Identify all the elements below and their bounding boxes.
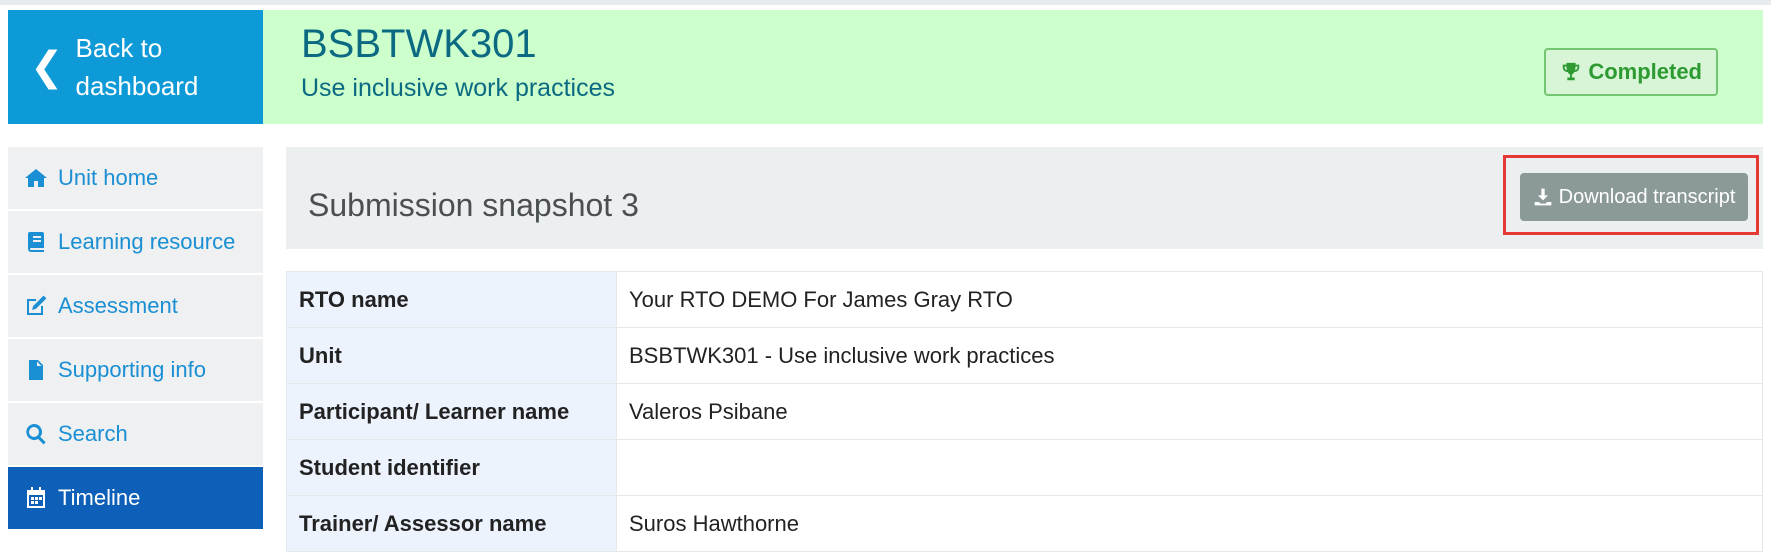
sidebar-item-label: Supporting info [58,357,206,382]
file-icon [29,360,43,380]
sidebar-item-timeline[interactable]: Timeline [8,467,263,531]
download-icon [1534,188,1551,206]
detail-value: BSBTWK301 - Use inclusive work practices [616,327,1763,384]
sidebar-item-label: Unit home [58,165,159,190]
download-transcript-label: Download transcript [1558,185,1736,208]
table-row: Unit BSBTWK301 - Use inclusive work prac… [286,327,1763,384]
sidebar-item-learning-resource[interactable]: Learning resource [8,211,263,275]
sidebar-item-search[interactable]: Search [8,403,263,467]
sidebar-item-unit-home[interactable]: Unit home [8,147,263,211]
completed-label: Completed [1588,59,1702,84]
back-to-dashboard-button[interactable]: ❮ Back to dashboard [8,10,263,124]
snapshot-header: Submission snapshot 3 Download transcrip… [286,147,1763,249]
snapshot-title: Submission snapshot 3 [308,187,639,223]
detail-value: Your RTO DEMO For James Gray RTO [616,271,1763,328]
sidebar-item-label: Search [58,421,128,446]
table-row: Participant/ Learner name Valeros Psiban… [286,383,1763,440]
sidebar-nav: Unit home Learning resource Assessment S… [8,147,263,531]
unit-header: BSBTWK301 Use inclusive work practices C… [263,10,1763,124]
unit-title: Use inclusive work practices [301,74,615,102]
detail-value: Valeros Psibane [616,383,1763,440]
detail-key: Unit [286,327,617,384]
detail-key: Trainer/ Assessor name [286,495,617,552]
calendar-icon [27,487,45,508]
detail-key: Participant/ Learner name [286,383,617,440]
download-transcript-button[interactable]: Download transcript [1520,173,1748,221]
detail-value: Suros Hawthorne [616,495,1763,552]
book-icon [28,232,44,252]
table-row: Trainer/ Assessor name Suros Hawthorne [286,495,1763,552]
home-icon [25,169,47,187]
top-border [0,0,1771,5]
trophy-icon [1563,62,1580,81]
submission-details-table: RTO name Your RTO DEMO For James Gray RT… [286,271,1763,552]
unit-code: BSBTWK301 [301,22,537,66]
sidebar-item-assessment[interactable]: Assessment [8,275,263,339]
sidebar-item-supporting-info[interactable]: Supporting info [8,339,263,403]
sidebar-item-label: Assessment [58,293,178,318]
search-icon [26,424,46,445]
download-highlight-frame: Download transcript [1503,155,1759,235]
back-to-dashboard-label: Back to dashboard [75,33,199,101]
sidebar-item-label: Timeline [58,485,141,510]
sidebar-item-label: Learning resource [58,229,236,254]
detail-key: RTO name [286,271,617,328]
detail-key: Student identifier [286,439,617,496]
edit-icon [27,295,47,315]
chevron-left-icon: ❮ [30,45,64,89]
completed-badge: Completed [1544,48,1718,96]
table-row: RTO name Your RTO DEMO For James Gray RT… [286,271,1763,328]
detail-value [616,439,1763,496]
table-row: Student identifier [286,439,1763,496]
